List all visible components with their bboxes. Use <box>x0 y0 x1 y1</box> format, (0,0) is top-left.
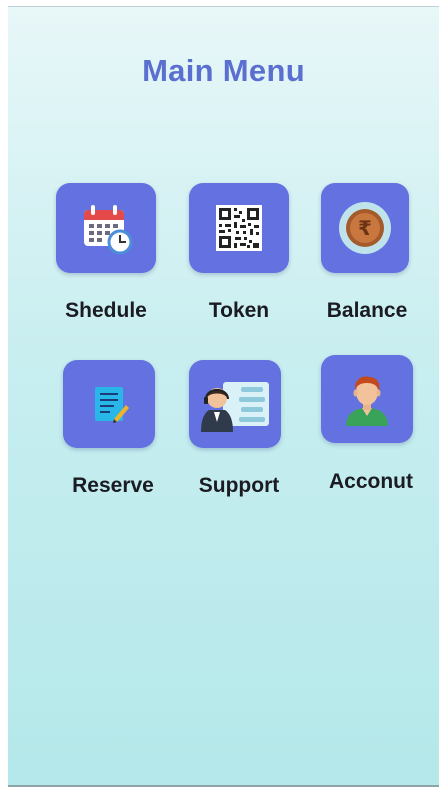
user-avatar-icon <box>346 376 388 426</box>
support-agent-icon <box>201 382 269 432</box>
rupee-coin-icon: ₹ <box>339 202 391 254</box>
menu-item-account-icon-box[interactable] <box>321 355 413 443</box>
menu-item-label: Acconut <box>329 470 413 493</box>
menu-item-label: Support <box>198 474 280 497</box>
document-edit-icon <box>95 387 129 423</box>
menu-item-reserve-icon-box[interactable] <box>63 360 155 448</box>
calendar-clock-icon <box>84 205 133 255</box>
page-title: Main Menu <box>142 53 305 88</box>
qr-code-icon <box>216 205 262 251</box>
app-screen: Main Menu Shedule Token ₹ Balance Reserv… <box>8 6 439 787</box>
menu-item-balance-icon-box[interactable]: ₹ <box>321 183 409 273</box>
menu-item-token-icon-box[interactable] <box>189 183 289 273</box>
menu-item-label: Reserve <box>72 474 154 497</box>
menu-item-support-icon-box[interactable] <box>189 360 281 448</box>
menu-item-label: Balance <box>326 299 408 322</box>
svg-text:₹: ₹ <box>358 216 372 240</box>
menu-item-label: Shedule <box>65 299 147 322</box>
menu-item-shedule-icon-box[interactable] <box>56 183 156 273</box>
menu-item-label: Token <box>208 299 270 322</box>
